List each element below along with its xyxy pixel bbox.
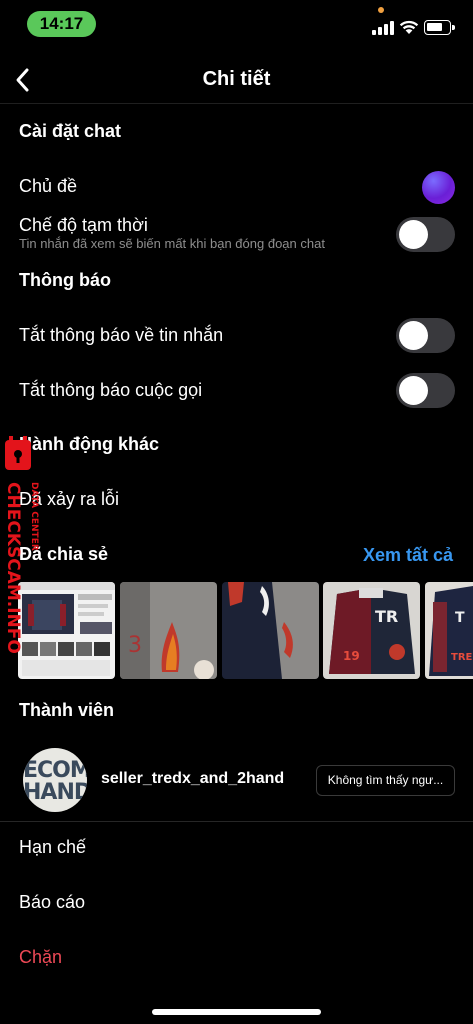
report-button[interactable]: Báo cáo	[19, 892, 85, 913]
member-row[interactable]: ECOM HAND seller_tredx_and_2hand Không t…	[0, 746, 473, 814]
shared-media-thumbnail[interactable]: 3	[120, 582, 217, 679]
status-time: 14:17	[27, 11, 96, 37]
wifi-icon	[399, 20, 419, 34]
battery-icon	[424, 20, 455, 35]
section-heading-chat-settings: Cài đặt chat	[19, 121, 122, 141]
svg-text:TRE: TRE	[451, 652, 473, 663]
page-title: Chi tiết	[202, 68, 271, 90]
avatar: ECOM HAND	[23, 748, 87, 812]
section-heading-members: Thành viên	[19, 700, 115, 720]
status-bar: 14:17	[0, 0, 473, 48]
member-username[interactable]: seller_tredx_and_2hand	[101, 770, 284, 788]
shared-media-thumbnail[interactable]: TR 19	[323, 582, 420, 679]
home-indicator[interactable]	[152, 1009, 321, 1015]
shared-media-thumbnail[interactable]	[222, 582, 319, 679]
vanish-mode-description: Tin nhắn đã xem sẽ biến mất khi bạn đóng…	[19, 236, 325, 251]
avatar-text-line-2: HAND	[23, 780, 87, 805]
vanish-mode-label: Chế độ tạm thời	[19, 215, 148, 235]
svg-text:T: T	[455, 610, 465, 626]
block-button[interactable]: Chặn	[19, 947, 62, 968]
vanish-mode-toggle[interactable]	[396, 217, 455, 252]
restrict-button[interactable]: Hạn chế	[19, 837, 86, 858]
privacy-indicator-dot	[378, 7, 384, 13]
theme-label[interactable]: Chủ đề	[19, 176, 77, 197]
watermark-sub-text: DATA CENTER	[29, 482, 39, 551]
mute-messages-label: Tắt thông báo về tin nhắn	[19, 325, 224, 345]
shared-media-strip: 3 TR 19 T TRE	[18, 582, 473, 679]
theme-color-swatch[interactable]	[422, 171, 455, 204]
mute-calls-label: Tắt thông báo cuộc gọi	[19, 380, 203, 400]
section-heading-notifications: Thông báo	[19, 270, 111, 290]
see-all-link[interactable]: Xem tất cả	[363, 545, 453, 566]
svg-text:19: 19	[343, 649, 360, 663]
divider	[0, 821, 473, 822]
watermark-brand-text: CHECKSCAM.INFO	[3, 482, 23, 654]
nav-header: Chi tiết	[0, 56, 473, 104]
shared-media-thumbnail[interactable]: T TRE	[425, 582, 473, 679]
user-not-found-button[interactable]: Không tìm thấy ngư...	[316, 765, 455, 796]
svg-text:TR: TR	[375, 607, 398, 626]
svg-text:3: 3	[128, 633, 142, 658]
mute-calls-toggle[interactable]	[396, 373, 455, 408]
cellular-signal-icon	[372, 21, 394, 35]
checkscam-watermark-logo: CHECKSCAM.INFO DATA CENTER	[3, 436, 39, 654]
mute-messages-toggle[interactable]	[396, 318, 455, 353]
